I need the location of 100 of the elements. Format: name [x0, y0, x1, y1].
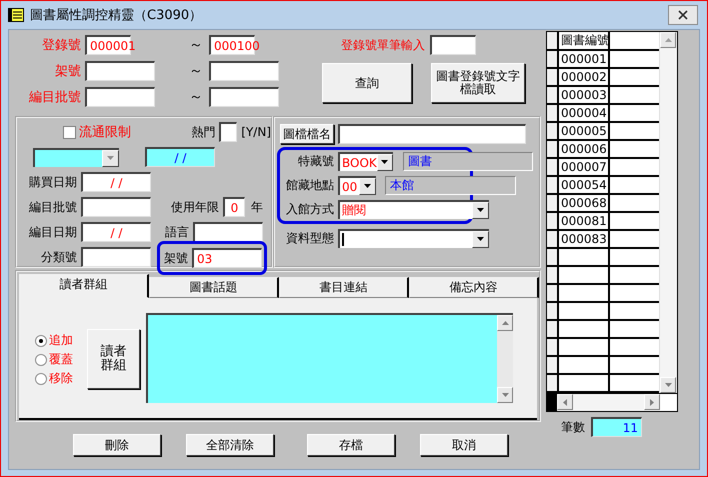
tab[interactable]: 讀者群組	[19, 274, 149, 298]
row-selector[interactable]	[547, 285, 559, 301]
table-cell: 000002	[559, 69, 610, 85]
radio-button[interactable]	[35, 334, 47, 346]
dropdown-field[interactable]	[338, 229, 489, 248]
close-button[interactable]	[668, 5, 698, 25]
image-file-button[interactable]: 圖檔檔名	[280, 124, 334, 144]
radio-button[interactable]	[35, 354, 47, 366]
field-label: 筆數	[561, 418, 585, 436]
text-field[interactable]: 03	[192, 248, 262, 268]
field-label: 使用年限	[171, 198, 219, 216]
row-selector[interactable]	[547, 249, 559, 265]
cancel-button[interactable]: 取消	[420, 434, 508, 456]
text-field[interactable]	[209, 61, 279, 81]
field-label: 登錄號單筆輸入	[341, 36, 425, 54]
field-label: 分類號	[40, 248, 77, 266]
readonly-field: 本館	[385, 176, 516, 195]
readonly-field: 圖書	[403, 152, 533, 171]
count-field[interactable]: 11	[591, 417, 642, 437]
radio-button[interactable]	[35, 372, 47, 384]
window-title: 圖書屬性調控精靈（C3090）	[30, 7, 204, 24]
row-selector[interactable]	[547, 87, 559, 103]
tab[interactable]: 備忘內容	[409, 277, 539, 298]
row-selector[interactable]	[547, 321, 559, 337]
radio-option[interactable]: 移除	[35, 370, 73, 387]
checkbox-label: 流通限制	[78, 124, 132, 141]
text-field[interactable]	[209, 87, 279, 107]
scrollbar[interactable]	[557, 394, 660, 411]
file-read-button[interactable]: 圖書登錄號文字檔讀取	[431, 63, 525, 103]
row-selector[interactable]	[547, 303, 559, 319]
text-field[interactable]	[85, 61, 155, 81]
field-label: 架號	[54, 63, 81, 80]
delete-button[interactable]: 刪除	[73, 434, 161, 456]
row-selector[interactable]	[547, 123, 559, 139]
field-label: 入館方式	[285, 201, 334, 218]
text-field[interactable]	[430, 35, 476, 55]
scrollbar[interactable]	[659, 32, 677, 393]
field-label: 熱門	[191, 124, 216, 140]
row-selector[interactable]	[547, 375, 559, 391]
reader-group-button[interactable]: 讀者群組	[87, 329, 140, 389]
row-selector[interactable]	[547, 177, 559, 193]
row-selector[interactable]	[547, 267, 559, 283]
table-cell: 000054	[559, 177, 610, 193]
dropdown-field[interactable]: BOOK	[338, 152, 393, 171]
dropdown-field[interactable]: 00	[338, 176, 376, 195]
text-field[interactable]	[338, 124, 526, 144]
unit-label: 年	[251, 198, 263, 216]
text-field[interactable]: 0	[223, 197, 245, 217]
field-label: 編目批號	[28, 198, 77, 216]
scroll-left-icon	[560, 398, 570, 406]
text-field[interactable]	[81, 197, 151, 217]
tab[interactable]: 書目連結	[279, 277, 409, 298]
scroll-down-icon	[664, 380, 673, 390]
field-label: 購買日期	[28, 174, 77, 190]
row-selector[interactable]	[547, 231, 559, 247]
close-icon	[678, 10, 688, 20]
scrollbar[interactable]	[497, 315, 513, 403]
field-label: 資料型態	[285, 230, 334, 247]
row-selector[interactable]	[547, 32, 559, 49]
text-field[interactable]	[219, 122, 238, 142]
range-separator: ～	[188, 62, 204, 80]
field-label: 館藏地點	[285, 177, 334, 194]
scroll-down-icon	[500, 390, 510, 400]
field-label: 登錄號	[41, 37, 81, 54]
query-button[interactable]: 查詢	[322, 63, 412, 103]
field-label: 語言	[165, 224, 189, 240]
field-label: 特藏號	[297, 153, 334, 170]
text-field[interactable]	[85, 87, 155, 107]
clear-all-button[interactable]: 全部清除	[186, 434, 274, 456]
date-field[interactable]: / /	[145, 147, 215, 167]
text-field[interactable]	[81, 247, 151, 267]
tab[interactable]: 圖書話題	[149, 277, 279, 298]
table-cell: 000081	[559, 213, 610, 229]
row-selector[interactable]	[547, 339, 559, 355]
date-field[interactable]: / /	[81, 222, 151, 242]
row-selector[interactable]	[547, 357, 559, 373]
list-area[interactable]	[146, 313, 513, 403]
dropdown-arrow-icon	[106, 154, 115, 162]
text-field[interactable]	[193, 222, 263, 242]
table-cell: 000001	[559, 51, 610, 67]
field-label: 編目批號	[28, 89, 81, 106]
scroll-up-icon	[664, 36, 673, 44]
row-selector[interactable]	[547, 105, 559, 121]
dropdown-field[interactable]: 贈閱	[338, 200, 489, 219]
checkbox[interactable]	[63, 126, 76, 138]
row-selector[interactable]	[547, 159, 559, 175]
radio-option[interactable]: 覆蓋	[35, 351, 73, 368]
table-cell: 000007	[559, 159, 610, 175]
save-button[interactable]: 存檔	[307, 434, 395, 456]
table-cell: 000006	[559, 141, 610, 157]
row-selector[interactable]	[547, 69, 559, 85]
dropdown-field[interactable]	[33, 148, 119, 166]
row-selector[interactable]	[547, 195, 559, 211]
table-cell: 000003	[559, 87, 610, 103]
range-separator: ～	[188, 88, 204, 106]
radio-option[interactable]: 追加	[35, 332, 73, 349]
date-field[interactable]: / /	[81, 172, 151, 192]
row-selector[interactable]	[547, 141, 559, 157]
row-selector[interactable]	[547, 213, 559, 229]
row-selector[interactable]	[547, 51, 559, 67]
